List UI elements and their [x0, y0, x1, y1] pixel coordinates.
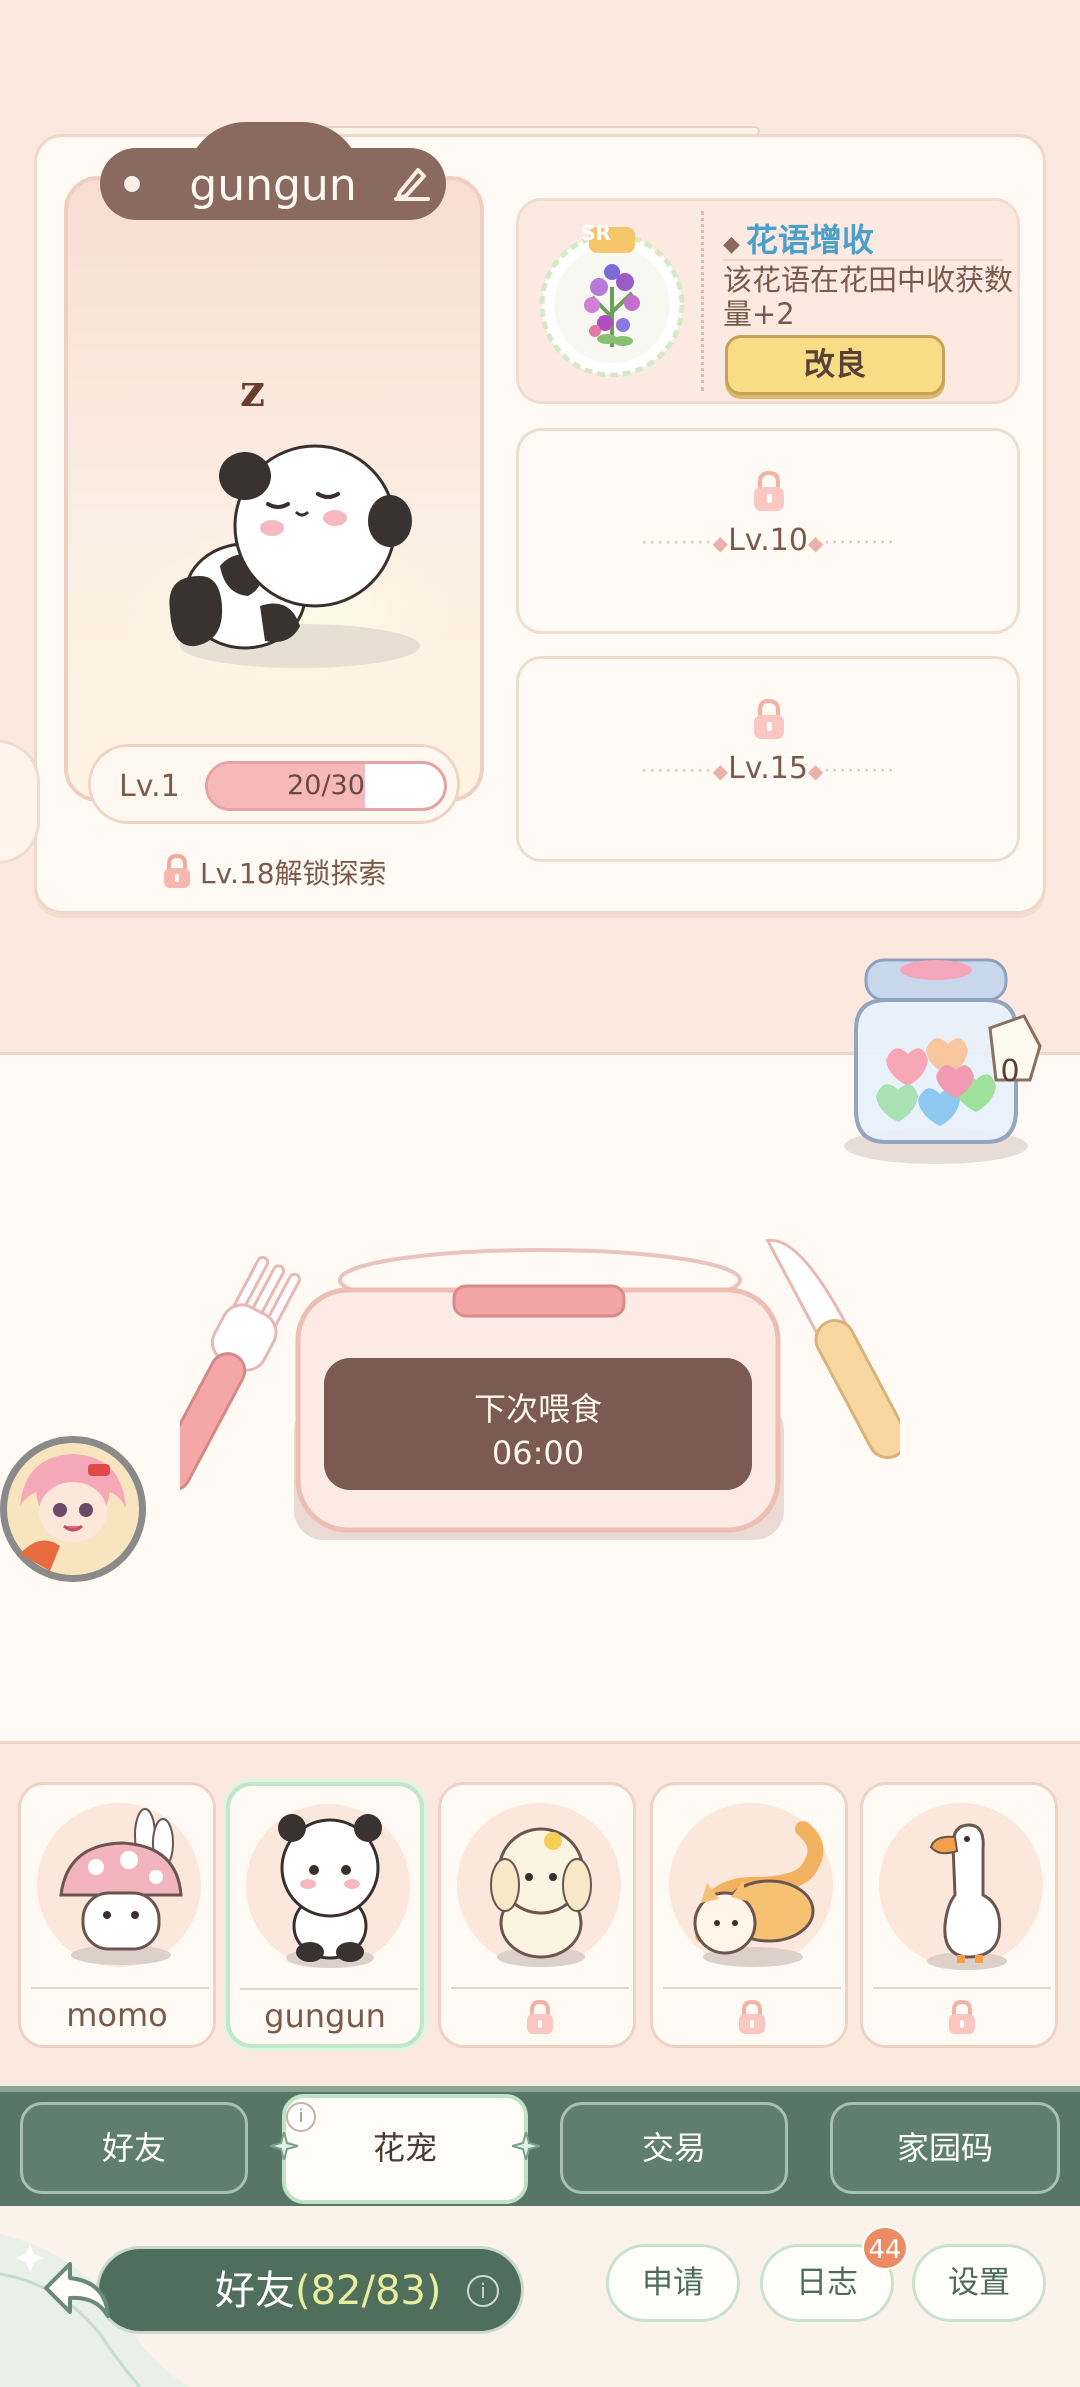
feed-title: 下次喂食	[473, 1390, 602, 1428]
skill-title: ◆ 花语增收	[723, 221, 874, 259]
pet-name: gungun	[264, 1997, 386, 2035]
xp-text: 20/30	[287, 770, 365, 801]
explore-unlock-text: Lv.18解锁探索	[200, 857, 387, 890]
skill-description: 该花语在花田中收获数量+2	[723, 263, 1014, 331]
level-label: Lv.1	[119, 769, 180, 804]
skill-slot-2-locked[interactable]: ·········◆Lv.10◆·········	[516, 428, 1020, 634]
log-badge: 44	[862, 2226, 908, 2270]
info-icon[interactable]: i	[286, 2102, 316, 2132]
tab-flower-pet[interactable]: 花宠	[282, 2094, 528, 2204]
panda-image	[278, 1814, 382, 1968]
user-avatar[interactable]	[0, 1436, 146, 1582]
dot-icon	[124, 176, 140, 192]
sleep-z-icon: z	[240, 366, 265, 417]
info-icon[interactable]: i	[467, 2275, 499, 2307]
tab-home-code[interactable]: 家园码	[830, 2102, 1060, 2194]
lock-icon	[739, 1999, 765, 2034]
lock-icon	[754, 470, 784, 511]
back-arrow-icon[interactable]	[40, 2254, 116, 2324]
pet-card-locked-3[interactable]	[438, 1782, 636, 2048]
tab-trade[interactable]: 交易	[560, 2102, 788, 2194]
pet-name-tab: gungun	[100, 122, 446, 222]
tab-friends[interactable]: 好友	[20, 2102, 248, 2194]
pet-name: gungun	[189, 160, 357, 211]
improve-button[interactable]: 改良	[725, 335, 945, 395]
rarity-badge: SR	[581, 221, 611, 245]
friends-count-pill[interactable]: 好友(82/83) i	[96, 2246, 524, 2334]
pet-name: momo	[66, 1996, 168, 2034]
sparkle-icon	[270, 2132, 298, 2160]
apply-button[interactable]: 申请	[606, 2244, 740, 2322]
flower-medal-icon	[539, 227, 685, 377]
goose-image	[927, 1823, 1007, 1970]
skill-slot-1[interactable]: SR ◆ 花语增收 该花语在花田中收获数量+2 改良	[516, 198, 1020, 404]
skill-unlock-level: ·········◆Lv.10◆·········	[640, 523, 896, 558]
lock-icon	[164, 853, 190, 888]
level-box: Lv.1 20/30	[88, 744, 460, 824]
pet-card-momo[interactable]: momo	[18, 1782, 216, 2048]
lock-icon	[949, 1999, 975, 2034]
cat-image	[693, 1821, 824, 1967]
edit-name-icon[interactable]	[392, 162, 432, 202]
pet-card-locked-5[interactable]	[860, 1782, 1058, 2048]
skill-unlock-level: ·········◆Lv.15◆·········	[640, 751, 896, 786]
mushroom-bunny-image	[59, 1808, 183, 1965]
pet-card-gungun[interactable]: gungun	[226, 1782, 424, 2048]
settings-button[interactable]: 设置	[912, 2244, 1046, 2322]
friends-label: 好友(82/83)	[215, 2268, 442, 2314]
skill-slot-3-locked[interactable]: ·········◆Lv.15◆·········	[516, 656, 1020, 862]
feed-time: 06:00	[491, 1434, 585, 1472]
sleeping-panda-image	[169, 444, 420, 668]
pet-card-locked-4[interactable]	[650, 1782, 848, 2048]
sparkle-icon	[512, 2132, 540, 2160]
explore-unlock-hint: Lv.18解锁探索	[160, 852, 387, 892]
xp-progress-bar: 20/30	[205, 761, 447, 811]
lock-icon	[527, 1999, 553, 2034]
lock-icon	[754, 698, 784, 739]
jar-count: 0	[1000, 1054, 1020, 1089]
puppy-image	[490, 1827, 592, 1967]
